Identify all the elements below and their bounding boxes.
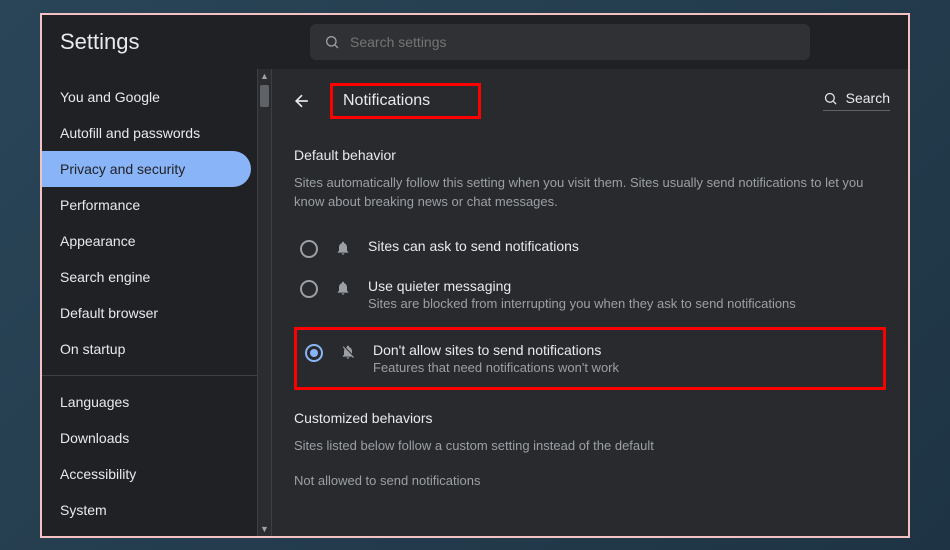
sidebar-scrollbar[interactable]: ▲ ▼ [257, 69, 272, 536]
not-allowed-label: Not allowed to send notifications [294, 471, 886, 491]
search-input[interactable] [350, 34, 796, 50]
radio-sublabel: Sites are blocked from interrupting you … [368, 296, 880, 311]
radio-button[interactable] [300, 240, 318, 258]
section-title: Customized behaviors [294, 410, 886, 426]
bell-icon [334, 280, 352, 296]
sidebar-item-downloads[interactable]: Downloads [42, 420, 251, 456]
sidebar-item-default-browser[interactable]: Default browser [42, 295, 251, 331]
bell-icon [334, 240, 352, 256]
default-behavior-section: Default behavior Sites automatically fol… [272, 127, 908, 390]
sidebar-divider [42, 375, 257, 376]
sidebar-item-performance[interactable]: Performance [42, 187, 251, 223]
scrollbar-down-icon[interactable]: ▼ [258, 522, 271, 536]
sidebar-item-languages[interactable]: Languages [42, 384, 251, 420]
arrow-left-icon [292, 91, 312, 111]
radio-sites-can-ask[interactable]: Sites can ask to send notifications [294, 228, 886, 268]
search-bar[interactable] [310, 24, 810, 60]
scrollbar-up-icon[interactable]: ▲ [258, 69, 271, 83]
sidebar: You and Google Autofill and passwords Pr… [42, 69, 272, 536]
sidebar-item-appearance[interactable]: Appearance [42, 223, 251, 259]
sidebar-item-privacy-security[interactable]: Privacy and security [42, 151, 251, 187]
selected-option-highlight: Don't allow sites to send notifications … [294, 327, 886, 390]
content-header: Notifications Search [272, 83, 908, 127]
bell-off-icon [339, 344, 357, 360]
sidebar-item-accessibility[interactable]: Accessibility [42, 456, 251, 492]
app-title: Settings [60, 29, 290, 55]
page-title-highlight: Notifications [330, 83, 481, 119]
search-icon [324, 34, 340, 50]
content-search-label: Search [846, 90, 890, 106]
customized-behaviors-section: Customized behaviors Sites listed below … [272, 390, 908, 491]
back-button[interactable] [286, 85, 318, 117]
radio-button[interactable] [300, 280, 318, 298]
section-title: Default behavior [294, 147, 886, 163]
settings-window: Settings You and Google Autofill and pas… [40, 13, 910, 538]
radio-label: Use quieter messaging [368, 278, 880, 294]
radio-label: Don't allow sites to send notifications [373, 342, 875, 358]
radio-button[interactable] [305, 344, 323, 362]
sidebar-item-search-engine[interactable]: Search engine [42, 259, 251, 295]
section-desc: Sites listed below follow a custom setti… [294, 436, 886, 456]
sidebar-item-on-startup[interactable]: On startup [42, 331, 251, 367]
radio-dont-allow[interactable]: Don't allow sites to send notifications … [299, 332, 881, 385]
section-desc: Sites automatically follow this setting … [294, 173, 886, 212]
sidebar-item-you-and-google[interactable]: You and Google [42, 79, 251, 115]
sidebar-item-autofill[interactable]: Autofill and passwords [42, 115, 251, 151]
radio-sublabel: Features that need notifications won't w… [373, 360, 875, 375]
content-search[interactable]: Search [823, 90, 890, 111]
radio-label: Sites can ask to send notifications [368, 238, 880, 254]
search-icon [823, 91, 838, 106]
radio-quieter-messaging[interactable]: Use quieter messaging Sites are blocked … [294, 268, 886, 321]
body: You and Google Autofill and passwords Pr… [42, 69, 908, 536]
sidebar-item-system[interactable]: System [42, 492, 251, 528]
header: Settings [42, 15, 908, 69]
scrollbar-thumb[interactable] [260, 85, 269, 107]
content: Notifications Search Default behavior Si… [272, 69, 908, 536]
page-title: Notifications [343, 92, 430, 110]
